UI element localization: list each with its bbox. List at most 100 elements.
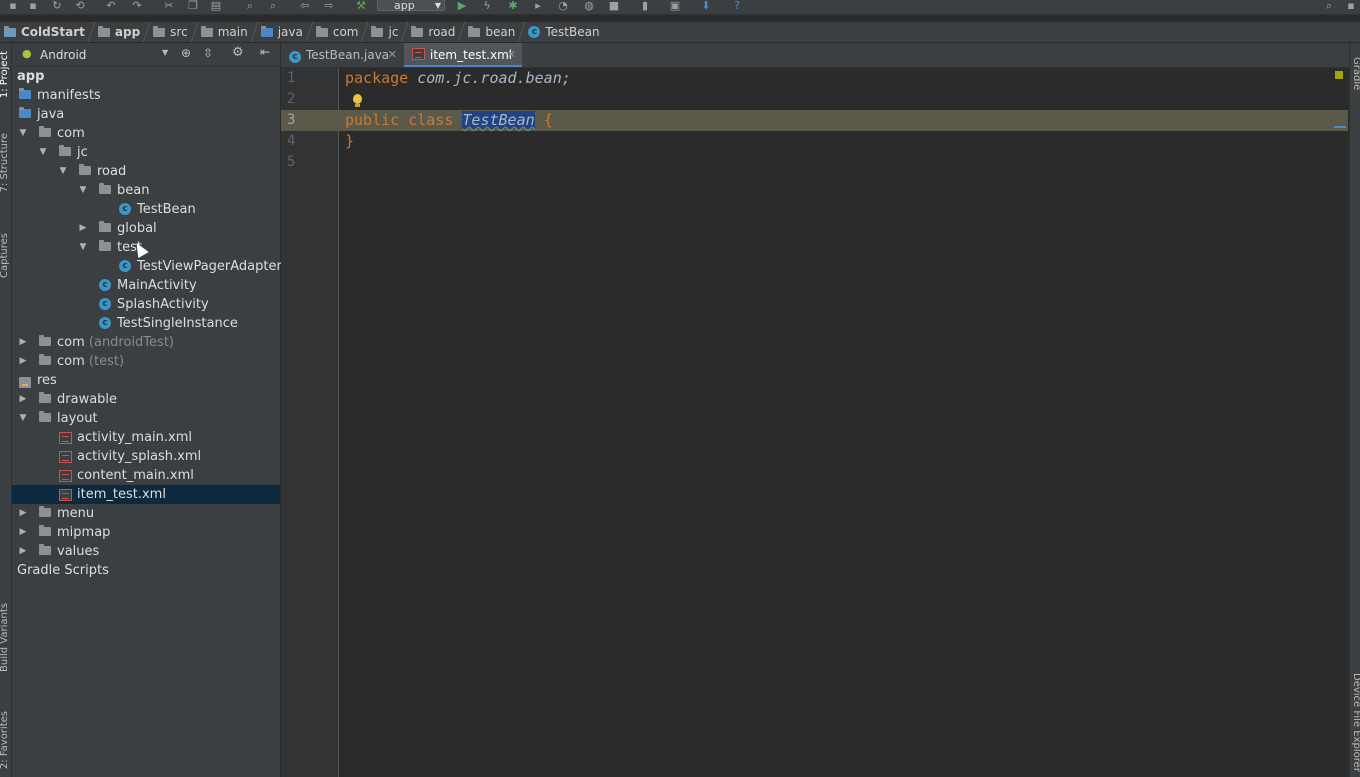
- tree-item-testsingleinstance[interactable]: c TestSingleInstance: [12, 314, 280, 333]
- tool-tab-build-variants[interactable]: Build Variants: [0, 603, 10, 672]
- tree-item-gradle-scripts[interactable]: Gradle Scripts: [12, 561, 280, 580]
- coverage-icon[interactable]: ◍: [582, 0, 596, 12]
- breadcrumb-item-coldstart[interactable]: ColdStart: [0, 22, 89, 42]
- tree-item-com-androidtest[interactable]: ▶ com (androidTest): [12, 333, 280, 352]
- expanded-arrow-icon[interactable]: ▼: [18, 409, 28, 428]
- tree-item-activity-main-xml[interactable]: activity_main.xml: [12, 428, 280, 447]
- avd-manager-icon[interactable]: ▮: [638, 0, 652, 12]
- collapsed-arrow-icon[interactable]: ▶: [18, 333, 28, 352]
- tree-item-com-test[interactable]: ▶ com (test): [12, 352, 280, 371]
- tree-item-manifests[interactable]: manifests: [12, 86, 280, 105]
- tree-item-layout[interactable]: ▼ layout: [12, 409, 280, 428]
- chevron-down-icon[interactable]: ▼: [162, 48, 168, 57]
- collapse-all-icon[interactable]: ⇳: [203, 46, 213, 60]
- tab-testbean-java[interactable]: c TestBean.java ✕: [281, 43, 403, 67]
- build-hammer-icon[interactable]: ⚒: [354, 0, 368, 12]
- collapsed-arrow-icon[interactable]: ▶: [78, 219, 88, 238]
- breadcrumb-item-src[interactable]: src: [149, 22, 192, 42]
- tree-item-content-main-xml[interactable]: content_main.xml: [12, 466, 280, 485]
- collapsed-arrow-icon[interactable]: ▶: [18, 542, 28, 561]
- sync-icon[interactable]: ↻: [50, 0, 64, 12]
- tab-item-test-xml[interactable]: item_test.xml ✕: [404, 43, 522, 67]
- run-config-select[interactable]: app ▼: [377, 0, 445, 12]
- tool-tab-device-file-explorer[interactable]: Device File Explorer: [1351, 673, 1360, 772]
- tree-item-splashactivity[interactable]: c SplashActivity: [12, 295, 280, 314]
- tree-item-drawable[interactable]: ▶ drawable: [12, 390, 280, 409]
- tree-item-global[interactable]: ▶ global: [12, 219, 280, 238]
- tool-tab-gradle[interactable]: Gradle: [1351, 57, 1360, 90]
- breadcrumb-item-testbean[interactable]: c TestBean: [524, 22, 603, 42]
- open-icon[interactable]: ▪: [6, 0, 20, 12]
- tree-item-bean[interactable]: ▼ bean: [12, 181, 280, 200]
- expanded-arrow-icon[interactable]: ▼: [78, 238, 88, 257]
- apply-changes-icon[interactable]: ϟ: [480, 0, 494, 12]
- breadcrumb-item-java[interactable]: java: [257, 22, 307, 42]
- paste-icon[interactable]: ▤: [209, 0, 223, 12]
- collapsed-arrow-icon[interactable]: ▶: [18, 504, 28, 523]
- lightbulb-icon[interactable]: [353, 94, 362, 107]
- tool-tab-captures[interactable]: Captures: [0, 233, 10, 278]
- project-view-selector[interactable]: Android: [40, 48, 86, 62]
- line-number: 1: [287, 70, 296, 86]
- tool-tab-favorites[interactable]: 2: Favorites: [0, 711, 10, 769]
- tree-item-app[interactable]: app: [12, 67, 280, 86]
- breadcrumb-item-main[interactable]: main: [197, 22, 252, 42]
- tree-item-res[interactable]: res: [12, 371, 280, 390]
- tool-tab-structure[interactable]: 7: Structure: [0, 133, 10, 192]
- tree-item-com[interactable]: ▼ com: [12, 124, 280, 143]
- debug-icon[interactable]: ✱: [506, 0, 520, 12]
- hide-panel-icon[interactable]: ⇤: [260, 45, 270, 59]
- tree-item-jc[interactable]: ▼ jc: [12, 143, 280, 162]
- collapsed-arrow-icon[interactable]: ▶: [18, 352, 28, 371]
- gear-icon[interactable]: ⚙: [232, 45, 244, 60]
- code-editor[interactable]: package com.jc.road.bean; public class T…: [339, 68, 1348, 777]
- sdk-manager-icon[interactable]: ⬇: [699, 0, 713, 12]
- expanded-arrow-icon[interactable]: ▼: [58, 162, 68, 181]
- cut-icon[interactable]: ✂: [162, 0, 176, 12]
- breadcrumb-item-road[interactable]: road: [407, 22, 459, 42]
- profile-icon[interactable]: ◔: [556, 0, 570, 12]
- search-everywhere-icon[interactable]: ⌕: [1322, 0, 1336, 12]
- tree-item-testbean[interactable]: c TestBean: [12, 200, 280, 219]
- collapsed-arrow-icon[interactable]: ▶: [18, 523, 28, 542]
- stop-icon[interactable]: ■: [607, 0, 621, 12]
- user-icon[interactable]: ▪: [1344, 0, 1358, 12]
- tree-item-mainactivity[interactable]: c MainActivity: [12, 276, 280, 295]
- replace-icon[interactable]: ⌕: [266, 0, 280, 12]
- tree-item-testviewpageradapter[interactable]: c TestViewPagerAdapter: [12, 257, 282, 276]
- close-icon[interactable]: ✕: [507, 43, 516, 67]
- tree-item-menu[interactable]: ▶ menu: [12, 504, 280, 523]
- forward-icon[interactable]: ⇨: [322, 0, 336, 12]
- tree-item-java[interactable]: java: [12, 105, 280, 124]
- tree-item-activity-splash-xml[interactable]: activity_splash.xml: [12, 447, 280, 466]
- close-icon[interactable]: ✕: [388, 43, 397, 67]
- undo-icon[interactable]: ↶: [104, 0, 118, 12]
- expanded-arrow-icon[interactable]: ▼: [18, 124, 28, 143]
- attach-debugger-icon[interactable]: ▸: [531, 0, 545, 12]
- save-icon[interactable]: ▪: [26, 0, 40, 12]
- expanded-arrow-icon[interactable]: ▼: [38, 143, 48, 162]
- breadcrumb-item-com[interactable]: com: [312, 22, 363, 42]
- tool-tab-project[interactable]: 1: Project: [0, 51, 10, 98]
- inspection-status-icon[interactable]: [1335, 71, 1343, 79]
- tree-item-item-test-xml[interactable]: item_test.xml: [12, 485, 280, 504]
- redo-icon[interactable]: ↷: [130, 0, 144, 12]
- tree-item-values[interactable]: ▶ values: [12, 542, 280, 561]
- back-icon[interactable]: ⇦: [298, 0, 312, 12]
- run-icon[interactable]: ▶: [455, 0, 469, 12]
- breadcrumb-item-jc[interactable]: jc: [367, 22, 402, 42]
- collapsed-arrow-icon[interactable]: ▶: [18, 390, 28, 409]
- scroll-from-source-icon[interactable]: ⊕: [181, 46, 191, 60]
- project-structure-icon[interactable]: ▣: [668, 0, 682, 12]
- expanded-arrow-icon[interactable]: ▼: [78, 181, 88, 200]
- help-icon[interactable]: ?: [730, 0, 744, 12]
- error-stripe-marker[interactable]: [1334, 126, 1346, 128]
- tree-item-road[interactable]: ▼ road: [12, 162, 280, 181]
- gradle-sync-icon[interactable]: ⟲: [73, 0, 87, 12]
- breadcrumb-item-bean[interactable]: bean: [464, 22, 519, 42]
- breadcrumb-item-app[interactable]: app: [94, 22, 144, 42]
- find-icon[interactable]: ⌕: [243, 0, 257, 12]
- copy-icon[interactable]: ❐: [186, 0, 200, 12]
- run-config-label: app: [394, 0, 415, 12]
- tree-item-mipmap[interactable]: ▶ mipmap: [12, 523, 280, 542]
